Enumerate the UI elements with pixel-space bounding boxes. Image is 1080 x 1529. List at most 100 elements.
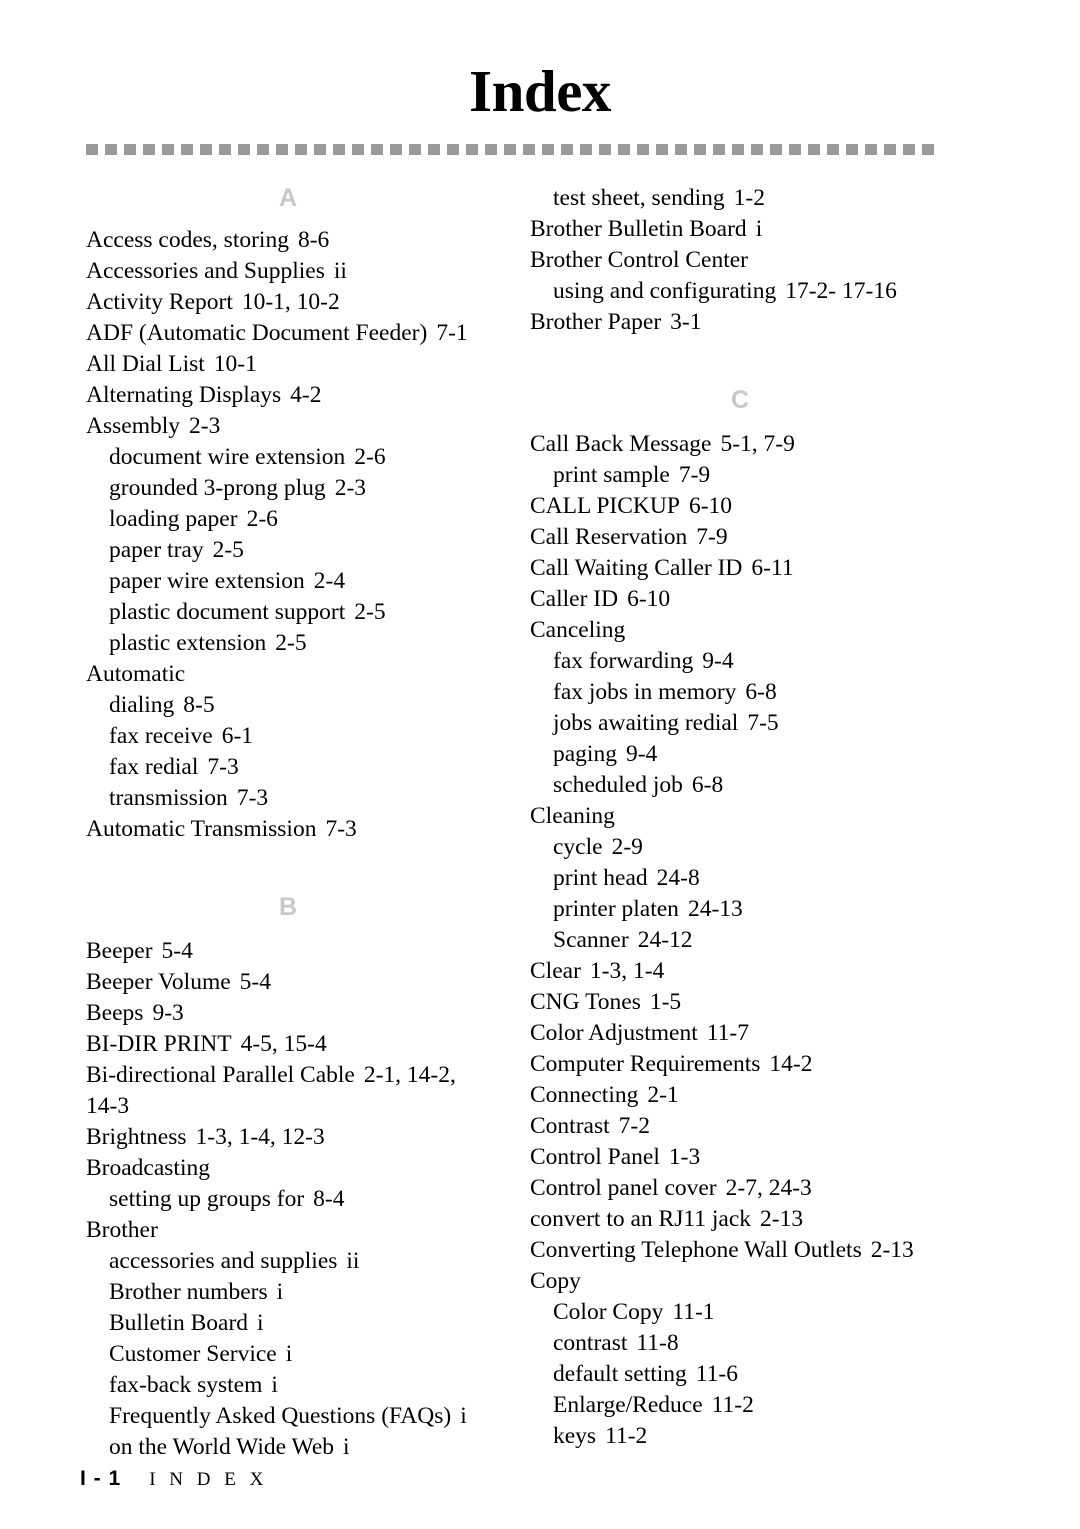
index-subentry: scheduled job 6-8 <box>530 770 950 801</box>
index-subentry: print sample 7-9 <box>530 460 950 491</box>
index-entry: Alternating Displays 4-2 <box>86 380 490 411</box>
index-subentry: using and configurating 17-2- 17-16 <box>530 276 950 307</box>
index-subentry: test sheet, sending 1-2 <box>530 183 950 214</box>
index-subentry: keys 11-2 <box>530 1421 950 1452</box>
section-letter-c: C <box>730 386 750 414</box>
entry-term: Beeper Volume <box>86 969 231 995</box>
entry-term: Color Adjustment <box>530 1020 698 1046</box>
entry-term: contrast <box>553 1330 628 1356</box>
entry-page-refs: 2-5 <box>212 537 244 563</box>
index-subentry: contrast 11-8 <box>530 1328 950 1359</box>
entry-term: All Dial List <box>86 351 205 377</box>
index-entry: Contrast 7-2 <box>530 1111 950 1142</box>
section-letter-b: B <box>278 893 298 921</box>
entry-term: Bi-directional Parallel Cable <box>86 1062 355 1088</box>
entry-term: Beeper <box>86 938 153 964</box>
entry-page-refs: i <box>343 1434 350 1460</box>
entry-term: Enlarge/Reduce <box>553 1392 703 1418</box>
index-subentry: transmission 7-3 <box>86 783 490 814</box>
entry-page-refs: 2-6 <box>354 444 386 470</box>
entry-page-refs: 6-1 <box>221 723 254 749</box>
entry-term: Customer Service <box>109 1341 277 1367</box>
page-footer: I - 1 I N D E X <box>80 1467 268 1491</box>
entry-term: Control panel cover <box>530 1175 717 1201</box>
index-subentry: dialing 8-5 <box>86 690 490 721</box>
entry-term: Assembly <box>86 413 180 439</box>
entry-term: Brother Paper <box>530 309 662 335</box>
entry-page-refs: i <box>285 1341 293 1367</box>
entry-page-refs: 7-3 <box>236 785 269 811</box>
index-subentry: fax jobs in memory 6-8 <box>530 677 950 708</box>
entry-page-refs: 10-1, 10-2 <box>241 289 340 315</box>
entry-page-refs: i <box>755 216 763 242</box>
entry-term: jobs awaiting redial <box>553 710 739 736</box>
index-subentry: default setting 11-6 <box>530 1359 950 1390</box>
entry-term: Brother Control Center <box>530 247 748 273</box>
entry-term: CNG Tones <box>530 989 641 1015</box>
entry-page-refs: 2-3 <box>189 413 221 439</box>
entry-term: Call Waiting Caller ID <box>530 555 743 581</box>
entry-page-refs: 9-3 <box>152 1000 184 1026</box>
entry-term: print head <box>553 865 648 891</box>
entry-term: ADF (Automatic Document Feeder) <box>86 320 428 346</box>
entry-page-refs: 24-13 <box>687 896 743 922</box>
index-subentry: cycle 2-9 <box>530 832 950 863</box>
index-entry: Beeper 5-4 <box>86 936 490 967</box>
entry-page-refs: 7-3 <box>207 754 239 780</box>
entry-page-refs: 8-6 <box>297 227 330 253</box>
index-entry: Control panel cover 2-7, 24-3 <box>530 1173 950 1204</box>
title-divider-rule <box>86 144 938 155</box>
index-entry: Call Reservation 7-9 <box>530 522 950 553</box>
entry-page-refs: 6-8 <box>691 772 724 798</box>
index-subentry: grounded 3-prong plug 2-3 <box>86 473 490 504</box>
entry-term: Activity Report <box>86 289 233 315</box>
index-subentry: on the World Wide Web i <box>86 1432 490 1463</box>
index-subentry: setting up groups for 8-4 <box>86 1184 490 1215</box>
entry-term: Brother Bulletin Board <box>530 216 747 242</box>
index-entry: Brother Control Center <box>530 245 950 276</box>
entry-page-refs: 5-4 <box>161 938 193 964</box>
index-subentry: loading paper 2-6 <box>86 504 490 535</box>
entry-page-refs: 7-3 <box>325 816 357 842</box>
entry-term: test sheet, sending <box>553 185 725 211</box>
entry-term: scheduled job <box>553 772 683 798</box>
entry-term: Copy <box>530 1268 581 1294</box>
entry-term: fax-back system <box>109 1372 263 1398</box>
index-subentry: Customer Service i <box>86 1339 490 1370</box>
index-subentry: accessories and supplies ii <box>86 1246 490 1277</box>
entry-page-refs: 24-8 <box>656 865 700 891</box>
index-entry: Caller ID 6-10 <box>530 584 950 615</box>
entry-term: accessories and supplies <box>109 1248 338 1274</box>
entry-page-refs: 7-9 <box>696 524 728 550</box>
entry-term: fax jobs in memory <box>553 679 737 705</box>
index-entry: Beeper Volume 5-4 <box>86 967 490 998</box>
entry-page-refs: 1-5 <box>649 989 682 1015</box>
entry-page-refs: 2-13 <box>870 1237 914 1263</box>
index-entry: Computer Requirements 14-2 <box>530 1049 950 1080</box>
index-entry: Clear 1-3, 1-4 <box>530 956 950 987</box>
entry-term: Caller ID <box>530 586 619 612</box>
entry-term: cycle <box>553 834 603 860</box>
index-subentry: Color Copy 11-1 <box>530 1297 950 1328</box>
entry-term: loading paper <box>109 506 238 532</box>
entry-page-refs: 6-8 <box>745 679 777 705</box>
entry-page-refs: 6-10 <box>688 493 733 519</box>
entry-page-refs: 11-7 <box>706 1020 749 1046</box>
entry-term: Frequently Asked Questions (FAQs) <box>109 1403 452 1429</box>
entry-page-refs: 2-1 <box>647 1082 679 1108</box>
entry-term: Contrast <box>530 1113 610 1139</box>
entry-page-refs: 11-2 <box>711 1392 754 1418</box>
entry-term: Access codes, storing <box>86 227 289 253</box>
entry-page-refs: 4-2 <box>290 382 322 408</box>
entry-page-refs: 5-1, 7-9 <box>720 431 795 457</box>
index-subentry: jobs awaiting redial 7-5 <box>530 708 950 739</box>
index-subentry: Bulletin Board i <box>86 1308 490 1339</box>
entry-term: Call Reservation <box>530 524 688 550</box>
entry-page-refs: 6-10 <box>627 586 671 612</box>
entry-term: Color Copy <box>553 1299 664 1325</box>
entry-term: paper tray <box>109 537 204 563</box>
entry-term: Computer Requirements <box>530 1051 761 1077</box>
entry-page-refs: 1-3 <box>668 1144 701 1170</box>
entry-term: Accessories and Supplies <box>86 258 325 284</box>
entry-page-refs: 9-4 <box>702 648 734 674</box>
